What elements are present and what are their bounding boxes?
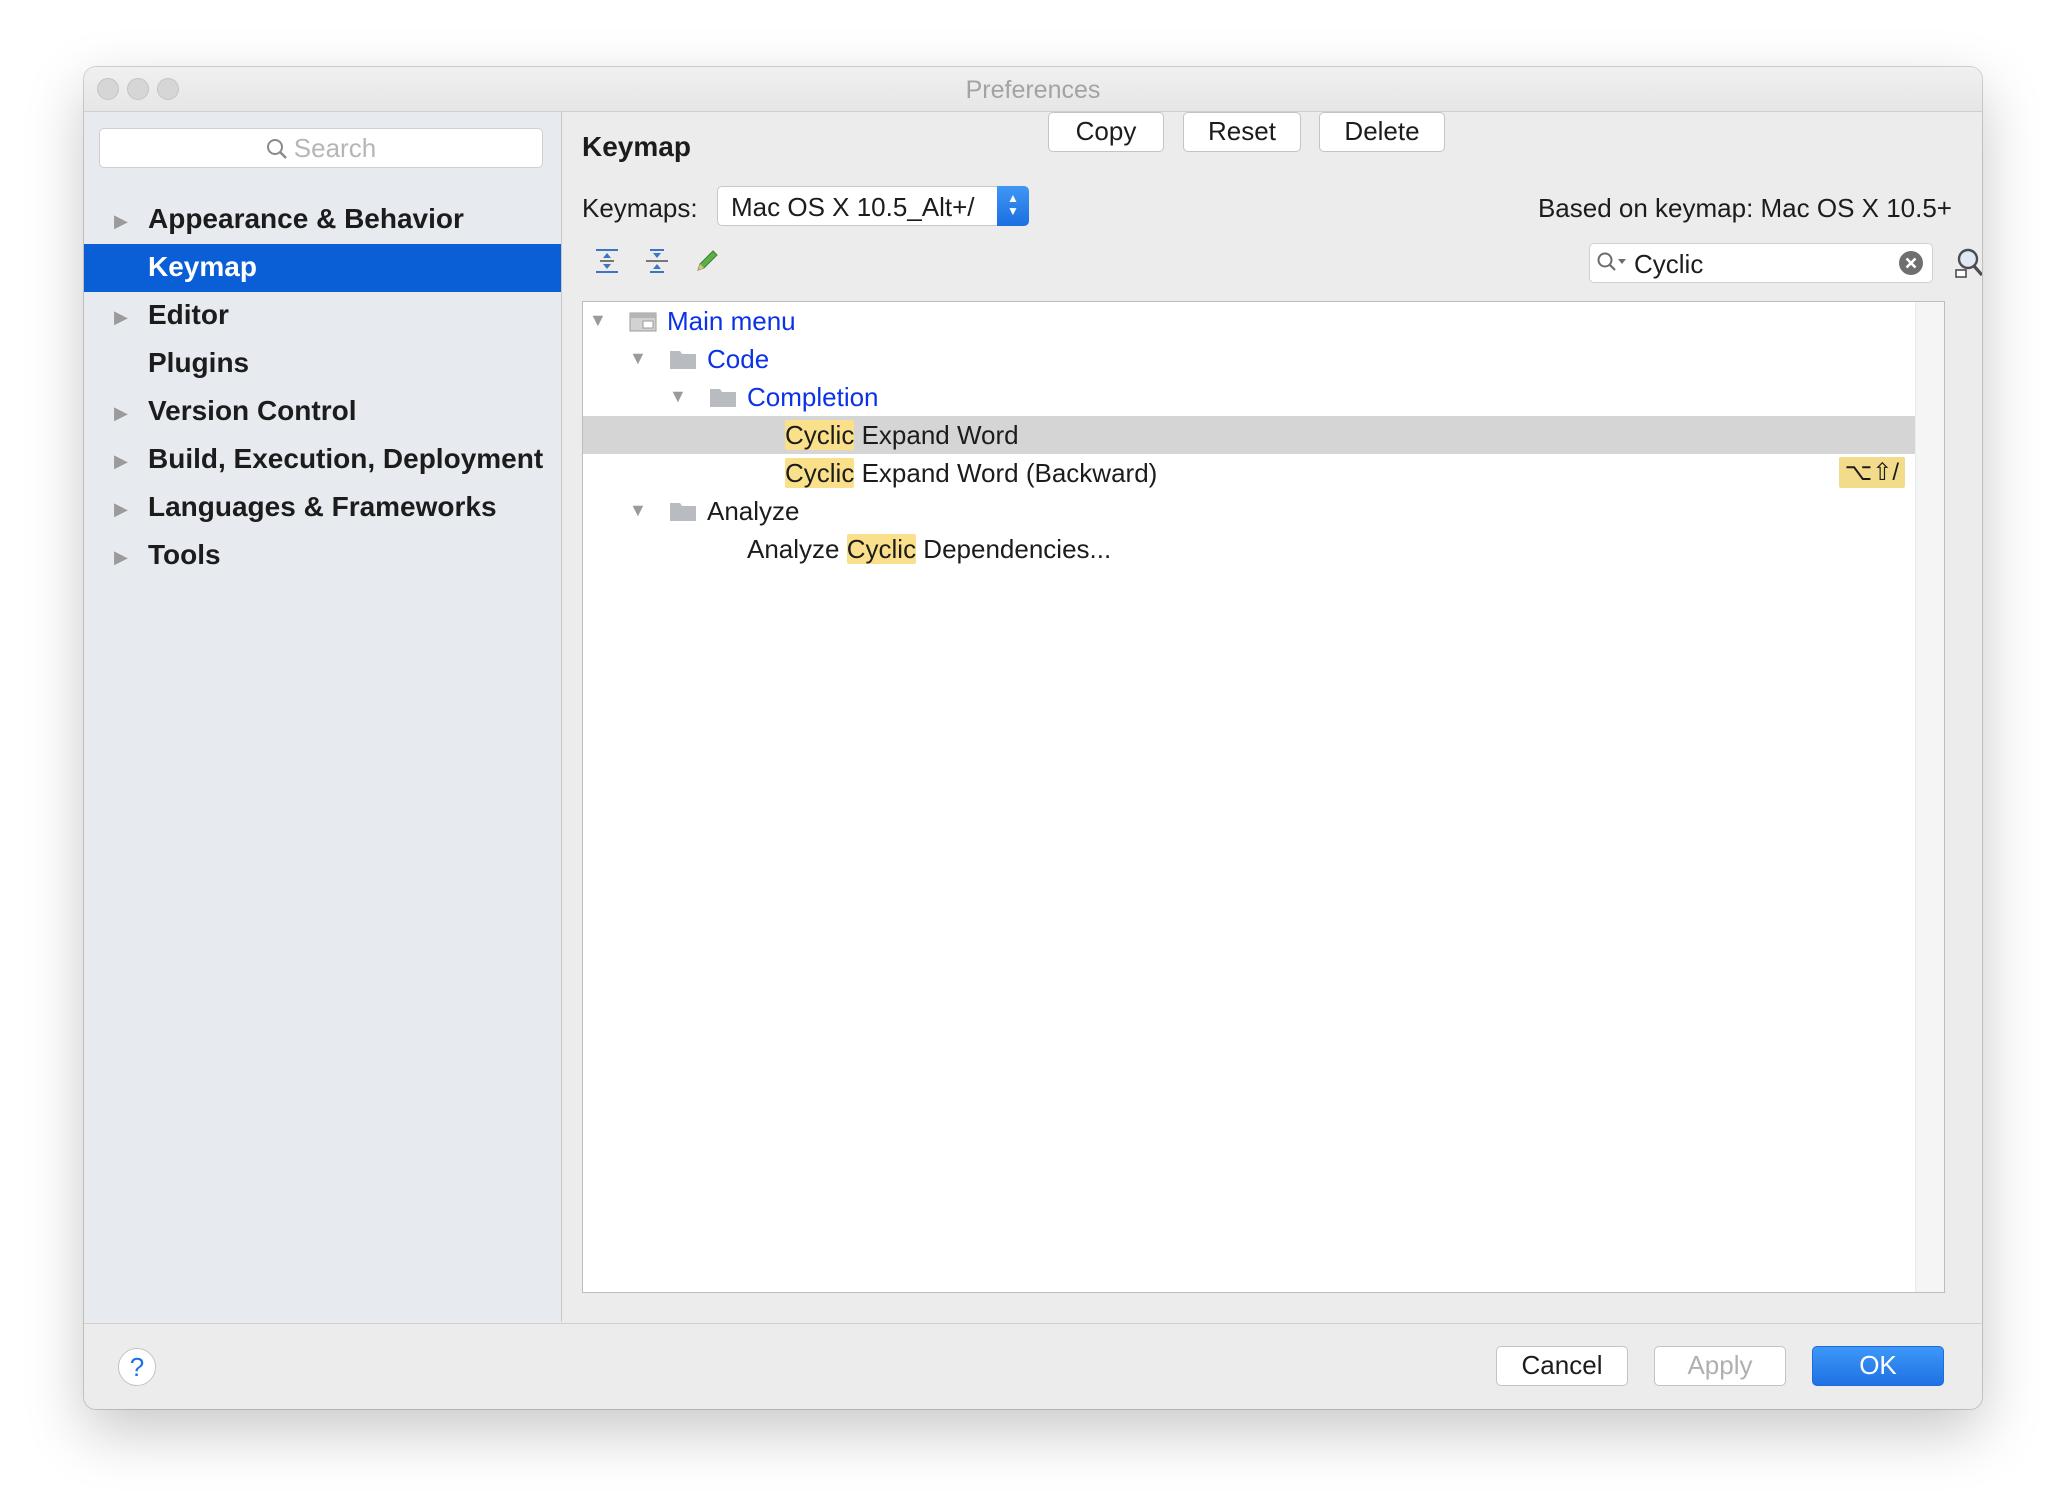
window-title: Preferences <box>965 76 1101 104</box>
folder-icon <box>670 351 696 369</box>
sidebar-item-appearance[interactable]: ▶ Appearance & Behavior <box>84 196 561 244</box>
sidebar-item-label: Appearance & Behavior <box>148 203 464 234</box>
sidebar-item-label: Keymap <box>148 251 257 282</box>
expand-arrow-icon[interactable]: ▶ <box>114 499 128 520</box>
tree-row-cyclic-expand-word-backward[interactable]: Cyclic Expand Word (Backward) ⌥⇧/ <box>583 454 1915 492</box>
keymap-select[interactable]: Mac OS X 10.5_Alt+/ ▲ ▼ <box>717 186 1029 226</box>
expand-arrow-icon[interactable]: ▶ <box>114 211 128 232</box>
shortcut-badge: ⌥⇧/ <box>1838 457 1905 488</box>
sidebar-item-label: Plugins <box>148 347 250 378</box>
dialog-footer: ? Cancel Apply OK <box>84 1323 1982 1409</box>
expand-arrow-icon[interactable]: ▶ <box>114 451 128 472</box>
sidebar-item-languages[interactable]: ▶ Languages & Frameworks <box>84 484 561 532</box>
sidebar-item-plugins[interactable]: Plugins <box>84 340 561 388</box>
tree-row-cyclic-expand-word[interactable]: Cyclic Expand Word <box>583 416 1915 454</box>
sidebar-item-tools[interactable]: ▶ Tools <box>84 532 561 580</box>
action-name: Expand Word <box>854 420 1019 450</box>
tree-row-completion[interactable]: ▼ Completion <box>583 378 1915 416</box>
reset-button[interactable]: Reset <box>1183 112 1301 152</box>
copy-button[interactable]: Copy <box>1048 112 1164 152</box>
page-title: Keymap <box>582 131 691 162</box>
sidebar-item-label: Editor <box>148 299 229 330</box>
tree-row-code[interactable]: ▼ Code <box>583 340 1915 378</box>
keymap-select-value: Mac OS X 10.5_Alt+/ <box>731 192 975 222</box>
ok-button[interactable]: OK <box>1812 1346 1944 1386</box>
tree-label: Completion <box>747 382 879 412</box>
expand-arrow-icon[interactable]: ▶ <box>114 403 128 424</box>
sidebar-search-placeholder: Search <box>293 133 377 163</box>
search-options-icon[interactable] <box>1596 251 1630 275</box>
edit-pencil-icon[interactable] <box>692 246 722 276</box>
apply-button[interactable]: Apply <box>1654 1346 1786 1386</box>
search-highlight: Cyclic <box>846 534 917 564</box>
keymap-panel: Keymap Keymaps: Mac OS X 10.5_Alt+/ ▲ ▼ C… <box>562 112 1982 1322</box>
clear-search-icon[interactable] <box>1898 250 1924 276</box>
collapse-arrow-icon[interactable]: ▼ <box>629 348 647 369</box>
expand-all-icon[interactable] <box>592 246 622 276</box>
folder-icon <box>670 503 696 521</box>
help-button[interactable]: ? <box>118 1348 156 1386</box>
sidebar-item-label: Build, Execution, Deployment <box>148 443 544 474</box>
sidebar-search-input[interactable]: Search <box>99 128 543 168</box>
collapse-all-icon[interactable] <box>642 246 672 276</box>
expand-arrow-icon[interactable]: ▶ <box>114 307 128 328</box>
sidebar-item-build[interactable]: ▶ Build, Execution, Deployment <box>84 436 561 484</box>
sidebar: Search ▶ Appearance & Behavior Keymap ▶ … <box>84 112 562 1322</box>
find-shortcut-icon[interactable] <box>1953 246 1982 280</box>
keymap-tree: ▼ Main menu ▼ Code ▼ Completion Cyclic E… <box>582 301 1945 1293</box>
tree-row-main-menu[interactable]: ▼ Main menu <box>583 302 1915 340</box>
delete-button[interactable]: Delete <box>1319 112 1445 152</box>
tree-label: Main menu <box>667 306 796 336</box>
keymaps-label: Keymaps: <box>582 193 698 223</box>
sidebar-item-label: Languages & Frameworks <box>148 491 497 522</box>
sidebar-item-keymap[interactable]: Keymap <box>84 244 561 292</box>
search-highlight: Cyclic <box>785 458 855 488</box>
expand-arrow-icon[interactable]: ▶ <box>114 547 128 568</box>
tree-label: Analyze Cyclic Dependencies... <box>747 534 1111 565</box>
preferences-window: Preferences Search ▶ Appearance & Behavi… <box>84 67 1982 1409</box>
collapse-arrow-icon[interactable]: ▼ <box>589 310 607 331</box>
action-name: Expand Word (Backward) <box>854 458 1158 488</box>
collapse-arrow-icon[interactable]: ▼ <box>669 386 687 407</box>
tree-row-analyze-cyclic-dependencies[interactable]: Analyze Cyclic Dependencies... <box>583 530 1915 568</box>
tree-scrollbar[interactable] <box>1915 302 1944 1292</box>
tree-row-analyze[interactable]: ▼ Analyze <box>583 492 1915 530</box>
search-highlight: Cyclic <box>785 420 855 450</box>
select-stepper-icon[interactable]: ▲ ▼ <box>997 186 1029 226</box>
sidebar-item-label: Tools <box>148 539 221 570</box>
tree-label: Code <box>707 344 770 374</box>
based-on-label: Based on keymap: Mac OS X 10.5+ <box>1537 193 1952 223</box>
title-bar: Preferences <box>84 67 1982 112</box>
action-name-prefix: Analyze <box>747 534 847 564</box>
search-icon <box>266 139 287 159</box>
sidebar-item-editor[interactable]: ▶ Editor <box>84 292 561 340</box>
tree-label: Analyze <box>707 496 800 526</box>
collapse-arrow-icon[interactable]: ▼ <box>629 500 647 521</box>
action-name-suffix: Dependencies... <box>916 534 1112 564</box>
filter-value: Cyclic <box>1634 249 1704 279</box>
cancel-button[interactable]: Cancel <box>1496 1346 1628 1386</box>
tree-label: Cyclic Expand Word (Backward) <box>785 458 1157 489</box>
folder-icon <box>710 389 736 407</box>
menu-icon <box>629 312 657 332</box>
sidebar-item-version-control[interactable]: ▶ Version Control <box>84 388 561 436</box>
sidebar-item-label: Version Control <box>148 395 357 426</box>
tree-label: Cyclic Expand Word <box>785 420 1019 451</box>
keymap-filter-input[interactable]: Cyclic <box>1589 243 1933 283</box>
